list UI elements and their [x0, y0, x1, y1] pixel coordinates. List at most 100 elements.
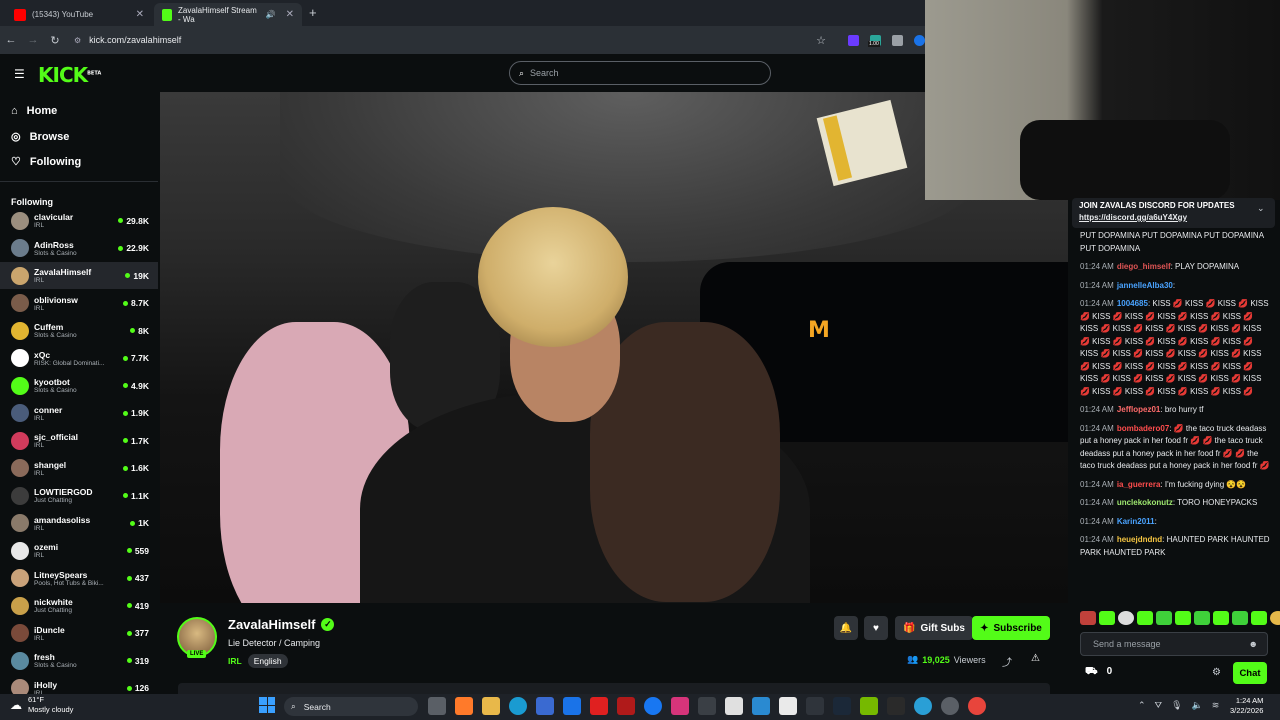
chat-username[interactable]: heuejdndnd	[1117, 535, 1162, 544]
emote-icon[interactable]	[1156, 611, 1172, 625]
nav-home[interactable]: ⌂ Home	[11, 105, 57, 117]
file-explorer-icon[interactable]	[482, 697, 500, 715]
notification-bell-button[interactable]: 🔔	[834, 616, 858, 640]
tab-kick[interactable]: ZavalaHimself Stream - Wa 🔊 ✕	[154, 3, 302, 26]
app-icon[interactable]	[698, 697, 716, 715]
sidebar-channel-item[interactable]: kyootbot Slots & Casino 4.9K	[0, 372, 158, 399]
sidebar-channel-item[interactable]: LitneySpears Pools, Hot Tubs & Biki... 437	[0, 565, 158, 592]
language-tag[interactable]: English	[247, 654, 288, 668]
emote-icon[interactable]	[1251, 611, 1267, 625]
app-icon[interactable]	[806, 697, 824, 715]
sidebar-channel-item[interactable]: LOWTIERGOD Just Chatting 1.1K	[0, 482, 158, 509]
forward-icon[interactable]: →	[22, 34, 44, 46]
emote-icon[interactable]	[1118, 611, 1134, 625]
task-view-icon[interactable]	[428, 697, 446, 715]
emote-icon[interactable]	[1099, 611, 1115, 625]
sidebar-channel-item[interactable]: fresh Slots & Casino 319	[0, 647, 158, 674]
steam-icon[interactable]	[833, 697, 851, 715]
chat-username[interactable]: unclekokonutz	[1117, 498, 1173, 507]
follow-button[interactable]: ♥	[864, 616, 888, 640]
emote-icon[interactable]	[1213, 611, 1229, 625]
copilot-icon[interactable]	[455, 697, 473, 715]
chat-settings-gear-icon[interactable]: ⚙	[1212, 667, 1221, 678]
sidebar-channel-item[interactable]: Cuffem Slots & Casino 8K	[0, 317, 158, 344]
nvidia-icon[interactable]	[860, 697, 878, 715]
site-info-icon[interactable]: ⚙	[74, 36, 81, 45]
share-icon[interactable]: ⤴	[1002, 654, 1012, 669]
extension-icon[interactable]	[848, 34, 859, 46]
reload-icon[interactable]: ↻	[44, 34, 66, 47]
new-tab-icon[interactable]: +	[309, 5, 317, 20]
sidebar-channel-item[interactable]: sjc_official IRL 1.7K	[0, 427, 158, 454]
chat-username[interactable]: 1004685	[1117, 299, 1148, 308]
chrome-icon[interactable]	[968, 697, 986, 715]
sidebar-channel-item[interactable]: ZavalaHimself IRL 19K	[0, 262, 158, 289]
emote-icon[interactable]	[1232, 611, 1248, 625]
emote-icon[interactable]	[1080, 611, 1096, 625]
sidebar-channel-item[interactable]: ozemi IRL 559	[0, 537, 158, 564]
microphone-icon[interactable]: 🎙	[1171, 700, 1182, 711]
roblox-icon[interactable]	[779, 697, 797, 715]
telegram-icon[interactable]	[914, 697, 932, 715]
chat-send-button[interactable]: Chat	[1233, 662, 1267, 684]
youtube-icon[interactable]	[590, 697, 608, 715]
chat-username[interactable]: Karin2011	[1117, 517, 1155, 526]
chat-username[interactable]: ia_guerrera	[1117, 480, 1161, 489]
outlook-icon[interactable]	[563, 697, 581, 715]
netflix-icon[interactable]	[617, 697, 635, 715]
sidebar-channel-item[interactable]: clavicular IRL 29.8K	[0, 207, 158, 234]
url-field[interactable]: ⚙ kick.com/zavalahimself	[74, 35, 181, 45]
bookmark-star-icon[interactable]: ☆	[816, 34, 826, 47]
volume-icon[interactable]: 🔈	[1192, 700, 1203, 711]
chat-user-count[interactable]: ⛟ 0	[1085, 666, 1112, 679]
menu-icon[interactable]: ☰	[14, 67, 25, 81]
sidebar-channel-item[interactable]: iDuncle IRL 377	[0, 620, 158, 647]
sidebar-channel-item[interactable]: amandasoliss IRL 1K	[0, 510, 158, 537]
store-icon[interactable]	[536, 697, 554, 715]
report-icon[interactable]: ⚠	[1031, 653, 1040, 664]
sidebar-channel-item[interactable]: shangel IRL 1.6K	[0, 455, 158, 482]
chevron-down-icon[interactable]: ⌄	[1257, 203, 1265, 214]
sidebar-channel-item[interactable]: AdinRoss Slots & Casino 22.9K	[0, 235, 158, 262]
emote-icon[interactable]	[1194, 611, 1210, 625]
emote-icon[interactable]	[1270, 611, 1280, 625]
amazon-icon[interactable]	[725, 697, 743, 715]
settings-icon[interactable]	[941, 697, 959, 715]
emoji-picker-icon[interactable]: ☻	[1249, 639, 1258, 649]
pinned-discord-link[interactable]: https://discord.gg/a6uY4Xgy	[1079, 213, 1268, 222]
tab-youtube[interactable]: (15343) YouTube ✕	[6, 3, 152, 26]
wifi-icon[interactable]: ≋	[1212, 700, 1220, 711]
close-icon[interactable]: ✕	[286, 9, 294, 20]
sidebar-channel-item[interactable]: nickwhite Just Chatting 419	[0, 592, 158, 619]
chat-username[interactable]: diego_himself	[1117, 262, 1171, 271]
sidebar-channel-item[interactable]: xQc RISK: Global Dominati... 7.7K	[0, 345, 158, 372]
sidebar-channel-item[interactable]: oblivionsw IRL 8.7K	[0, 290, 158, 317]
category-link[interactable]: IRL	[228, 656, 242, 666]
nav-browse[interactable]: ◎ Browse	[11, 130, 69, 144]
taskbar-clock[interactable]: 1:24 AM 3/22/2026	[1230, 696, 1263, 716]
extension-icon[interactable]	[892, 34, 903, 46]
gift-subs-button[interactable]: 🎁 Gift Subs	[895, 616, 973, 640]
search-input[interactable]: ⌕ Search	[509, 61, 771, 85]
streamer-name[interactable]: ZavalaHimself ✓	[228, 617, 335, 632]
app-icon[interactable]	[752, 697, 770, 715]
weather-widget[interactable]: ☁ 61°F Mostly cloudy	[10, 695, 73, 715]
audio-icon[interactable]: 🔊	[266, 10, 276, 19]
nav-following[interactable]: ♡ Following	[11, 155, 81, 169]
chat-message-input[interactable]: Send a message ☻	[1080, 632, 1268, 656]
network-icon[interactable]: ⛛	[1155, 700, 1163, 711]
extension-icon[interactable]	[914, 34, 925, 46]
chat-username[interactable]: jannelleAlba30	[1117, 281, 1173, 290]
back-icon[interactable]: ←	[0, 34, 22, 46]
emote-icon[interactable]	[1137, 611, 1153, 625]
sidebar-channel-item[interactable]: conner IRL 1.9K	[0, 400, 158, 427]
facebook-icon[interactable]	[644, 697, 662, 715]
kick-logo[interactable]: KICKBETA	[38, 63, 101, 87]
emote-icon[interactable]	[1175, 611, 1191, 625]
extension-icon[interactable]: 1.00	[868, 34, 881, 47]
chat-username[interactable]: bombadero07	[1117, 424, 1169, 433]
pinned-message[interactable]: JOIN ZAVALAS DISCORD FOR UPDATES https:/…	[1072, 198, 1275, 228]
edge-icon[interactable]	[509, 697, 527, 715]
close-icon[interactable]: ✕	[136, 9, 144, 20]
chat-username[interactable]: Jefflopez01	[1117, 405, 1161, 414]
